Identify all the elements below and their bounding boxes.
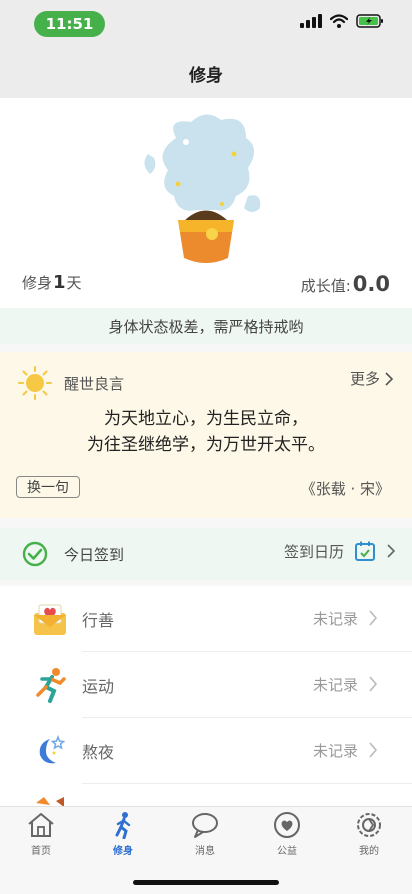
partial-record-icon (36, 797, 64, 806)
tab-charity[interactable]: 公益 (252, 811, 322, 857)
tab-label: 消息 (195, 846, 215, 857)
quote-line-2: 为往圣继绝学，为万世开太平。 (87, 435, 325, 455)
daily-signin-row[interactable]: 今日签到 签到日历 (0, 528, 412, 580)
days-prefix: 修身 (22, 274, 53, 292)
calendar-check-icon (355, 541, 375, 561)
signal-icon (300, 14, 322, 28)
wifi-icon (330, 14, 348, 28)
days-suffix: 天 (66, 274, 82, 292)
record-label: 熬夜 (82, 742, 115, 762)
tab-messages[interactable]: 消息 (170, 811, 240, 857)
tab-label: 首页 (31, 846, 51, 857)
chevron-right-icon (369, 610, 378, 626)
habit-records-list: 行善 未记录 运动 未记录 熬夜 未记录 (0, 586, 412, 806)
home-icon (28, 813, 54, 837)
tab-home[interactable]: 首页 (6, 811, 76, 857)
check-circle-icon (22, 541, 48, 567)
incense-pot-illustration (144, 114, 261, 263)
profile-gear-icon (357, 813, 381, 837)
quote-more-button[interactable]: 更多 (350, 368, 394, 389)
signin-label: 今日签到 (64, 545, 125, 564)
quote-line-1: 为天地立心，为生民立命， (104, 409, 308, 429)
days-value: 1 (53, 272, 66, 293)
quote-text: 为天地立心，为生民立命， 为往圣继绝学，为万世开太平。 (0, 406, 412, 458)
record-status: 未记录 (312, 610, 358, 628)
status-icons (300, 14, 384, 28)
status-time: 11:51 (34, 11, 105, 37)
tab-cultivate[interactable]: 修身 (88, 811, 158, 857)
chat-bubble-icon (192, 813, 218, 838)
record-row-exercise[interactable]: 运动 未记录 (36, 652, 412, 718)
nav-header: 修身 (0, 48, 412, 98)
moon-star-icon (39, 734, 66, 764)
record-label: 行善 (82, 610, 115, 630)
battery-icon (356, 14, 383, 28)
record-row-partial[interactable] (36, 784, 412, 806)
record-row-late-night[interactable]: 熬夜 未记录 (39, 718, 412, 784)
signin-calendar-label: 签到日历 (283, 542, 344, 561)
hero-section: 修身1天 成长值:0.0 (0, 98, 412, 308)
status-bar: 11:51 (0, 0, 412, 48)
signin-left: 今日签到 (22, 541, 124, 567)
practice-days: 修身1天 (22, 272, 82, 293)
envelope-heart-icon (34, 604, 66, 635)
record-row-kindness[interactable]: 行善 未记录 (34, 586, 412, 652)
walking-person-icon (115, 812, 131, 839)
heart-circle-icon (274, 812, 300, 838)
quote-title: 醒世良言 (64, 374, 125, 393)
page-title: 修身 (189, 65, 223, 86)
quote-more-label: 更多 (349, 370, 380, 388)
tab-label: 我的 (359, 846, 379, 857)
record-status: 未记录 (312, 676, 358, 694)
record-status: 未记录 (312, 742, 358, 760)
home-indicator (133, 880, 279, 885)
body-status-message: 身体状态极差，需严格持戒哟 (0, 308, 412, 344)
signin-calendar-button[interactable]: 签到日历 (284, 540, 396, 562)
chevron-right-icon (385, 371, 394, 386)
runner-icon (36, 668, 66, 703)
growth-label: 成长值: (300, 277, 351, 295)
sun-icon (18, 366, 52, 400)
tab-label: 公益 (277, 846, 297, 857)
quote-author: 《张载 · 宋》 (300, 480, 390, 498)
chevron-right-icon (369, 742, 378, 758)
record-label: 运动 (82, 676, 115, 696)
quote-header: 醒世良言 (18, 366, 124, 400)
chevron-right-icon (369, 676, 378, 692)
tab-label: 修身 (113, 846, 133, 857)
chevron-right-icon (387, 544, 396, 558)
tab-profile[interactable]: 我的 (334, 811, 404, 857)
growth-number: 0.0 (352, 272, 390, 296)
swap-quote-button[interactable]: 换一句 (16, 476, 80, 498)
quote-card: 醒世良言 更多 为天地立心，为生民立命， 为往圣继绝学，为万世开太平。 换一句 … (0, 352, 412, 518)
growth-value: 成长值:0.0 (301, 272, 390, 296)
